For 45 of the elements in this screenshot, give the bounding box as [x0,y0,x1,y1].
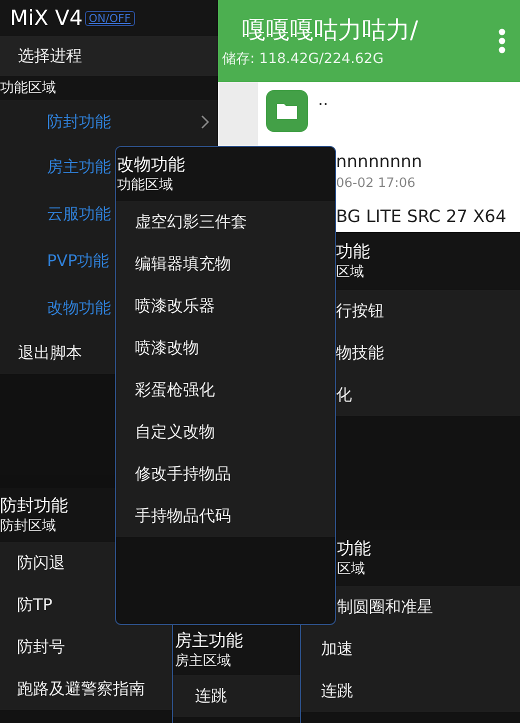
menu-item[interactable]: 防封号 [0,626,172,668]
menu-item[interactable]: 虚空幻影三件套 [116,201,335,243]
window-title: 房主功能 [175,630,243,652]
storage-info: 储存: 118.42G/224.62G [222,50,385,68]
window-title: 防封功能 [0,495,68,517]
window-title: 功能 [336,241,370,263]
section-label: 房主区域 [175,652,231,670]
menu-item[interactable]: 行按钮 [336,290,520,332]
folder-icon [266,90,308,132]
file-name: BG LITE SRC 27 X64 [336,207,506,227]
file-row[interactable]: .. [258,82,520,140]
more-icon[interactable] [498,28,506,54]
submenu-label: 防封功能 [47,112,111,132]
section-label: 区域 [336,263,364,281]
menu-item[interactable]: 修改手持物品 [116,453,335,495]
submenu-item[interactable]: 防封功能 [0,100,218,144]
submenu-label: PVP功能 [47,251,110,272]
section-label: 防封区域 [0,517,56,535]
menu-item[interactable]: 选择进程 [0,36,218,76]
menu-item[interactable]: 跑路及避警察指南 [0,668,172,710]
section-label: 区域 [337,560,365,578]
menu-item[interactable]: 制圆圈和准星 [301,586,520,628]
section-label: 功能区域 [117,176,173,194]
file-name: .. [318,90,328,109]
menu-item[interactable]: 连跳 [301,670,520,712]
window-title: 改物功能 [117,154,185,176]
submenu-label: 房主功能 [47,157,111,178]
menu-item[interactable]: 防TP [0,584,172,626]
window-title: 功能 [337,538,371,560]
menu-item[interactable]: 手持物品代码 [116,495,335,537]
menu-item[interactable]: 喷漆改乐器 [116,285,335,327]
menu-item[interactable]: 物技能 [336,332,520,374]
file-name: nnnnnnnn [336,152,422,172]
submenu-label: 改物功能 [47,298,111,319]
window-title: MiX V4 [10,6,83,30]
menu-item[interactable]: 化 [336,374,520,416]
menu-item[interactable]: 编辑器填充物 [116,243,335,285]
folder-path: 嘎嘎嘎咕力咕力/ [242,15,420,46]
menu-item[interactable]: 连跳 [173,675,300,717]
file-date: 06-02 17:06 [336,176,416,190]
menu-item[interactable]: 自定义改物 [116,411,335,453]
submenu-label: 云服功能 [47,204,111,225]
menu-item[interactable]: 防闪退 [0,542,172,584]
menu-item[interactable]: 加速 [301,628,520,670]
toggle-link[interactable]: ON/OFF [84,10,135,26]
